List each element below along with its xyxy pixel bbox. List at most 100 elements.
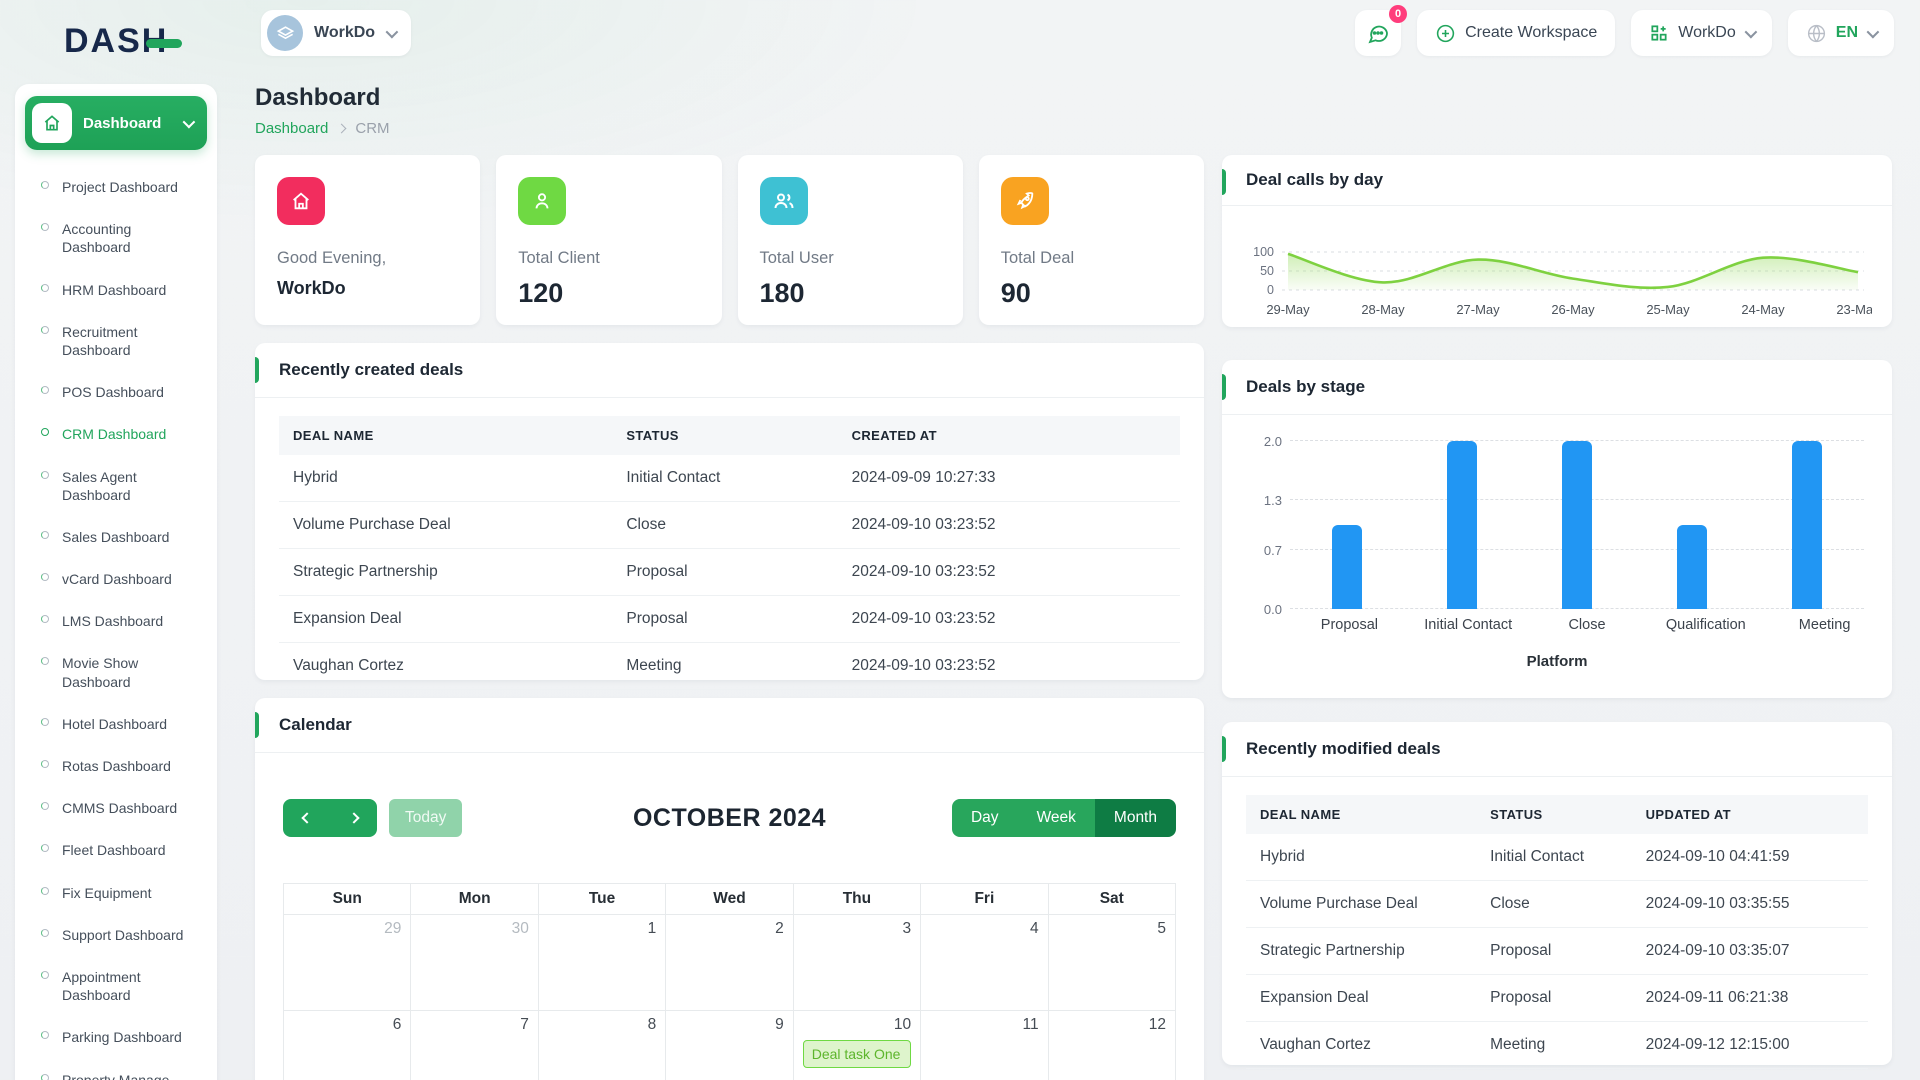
chevron-down-icon: [1867, 25, 1880, 38]
column-header: Deal Name: [279, 416, 612, 455]
breadcrumb: Dashboard CRM: [255, 120, 390, 137]
table-cell: Volume Purchase Deal: [1246, 881, 1476, 927]
table-cell: Initial Contact: [1476, 834, 1632, 880]
calendar-day-cell[interactable]: 10Deal task One: [794, 1011, 921, 1080]
chevron-down-icon: [386, 25, 399, 38]
workspace-selector[interactable]: WorkDo: [261, 10, 411, 56]
y-tick-label: 1.3: [1246, 493, 1282, 508]
card-title: Recently created deals: [255, 343, 1204, 398]
sidebar-item-fleet-dashboard[interactable]: Fleet Dashboard: [25, 829, 207, 871]
messages-button[interactable]: 0: [1355, 10, 1401, 56]
table-row[interactable]: Vaughan CortezMeeting2024-09-10 03:23:52: [279, 643, 1180, 690]
today-button[interactable]: Today: [389, 799, 462, 837]
sidebar-item-vcard-dashboard[interactable]: vCard Dashboard: [25, 558, 207, 600]
table-row[interactable]: Vaughan CortezMeeting2024-09-12 12:15:00: [1246, 1022, 1868, 1069]
svg-text:25-May: 25-May: [1646, 302, 1690, 317]
plus-circle-icon: [1435, 23, 1456, 44]
calendar-day-cell[interactable]: 7: [411, 1011, 538, 1080]
table-row[interactable]: Strategic PartnershipProposal2024-09-10 …: [1246, 928, 1868, 975]
table-cell: Close: [612, 502, 837, 548]
card-title: Deal calls by day: [1222, 155, 1892, 206]
calendar-day-cell[interactable]: 6: [284, 1011, 411, 1080]
x-tick-label: Meeting: [1799, 617, 1851, 633]
sidebar-item-label: Fleet Dashboard: [62, 841, 166, 859]
calendar-view-week[interactable]: Week: [1018, 799, 1095, 837]
calendar-day-cell[interactable]: 12: [1049, 1011, 1176, 1080]
table-row[interactable]: HybridInitial Contact2024-09-09 10:27:33: [279, 455, 1180, 502]
day-number: 9: [775, 1016, 784, 1033]
sidebar-item-sales-dashboard[interactable]: Sales Dashboard: [25, 516, 207, 558]
day-number: 4: [1030, 920, 1039, 937]
sidebar-item-recruitment-dashboard[interactable]: Recruitment Dashboard: [25, 311, 207, 371]
sidebar-item-pos-dashboard[interactable]: POS Dashboard: [25, 371, 207, 413]
calendar-prev-button[interactable]: [283, 799, 330, 837]
recently-created-deals-card: Recently created deals Deal NameStatusCr…: [255, 343, 1204, 680]
workspace-switcher-button[interactable]: WorkDo: [1631, 10, 1772, 56]
calendar-day-cell[interactable]: 3: [794, 915, 921, 1011]
day-number: 1: [648, 920, 657, 937]
table-cell: Hybrid: [279, 455, 612, 501]
column-header: Status: [612, 416, 837, 455]
bullet-icon: [41, 326, 49, 334]
sidebar-item-project-dashboard[interactable]: Project Dashboard: [25, 166, 207, 208]
sidebar-item-label: Support Dashboard: [62, 926, 183, 944]
table-row[interactable]: Volume Purchase DealClose2024-09-10 03:2…: [279, 502, 1180, 549]
sidebar-item-hrm-dashboard[interactable]: HRM Dashboard: [25, 269, 207, 311]
sidebar-item-property-manage[interactable]: Property Manage: [25, 1059, 207, 1080]
bullet-icon: [41, 386, 49, 394]
messages-badge: 0: [1389, 5, 1407, 23]
table-cell: Strategic Partnership: [1246, 928, 1476, 974]
sidebar-item-fix-equipment[interactable]: Fix Equipment: [25, 872, 207, 914]
sidebar-item-crm-dashboard[interactable]: CRM Dashboard: [25, 413, 207, 455]
sidebar-item-label: Sales Agent Dashboard: [62, 468, 203, 504]
bar: [1792, 441, 1822, 609]
sidebar-item-sales-agent-dashboard[interactable]: Sales Agent Dashboard: [25, 456, 207, 516]
calendar-day-cell[interactable]: 1: [539, 915, 666, 1011]
sidebar-item-movie-show-dashboard[interactable]: Movie Show Dashboard: [25, 642, 207, 702]
day-number: 8: [648, 1016, 657, 1033]
sidebar-item-hotel-dashboard[interactable]: Hotel Dashboard: [25, 703, 207, 745]
calendar-day-cell[interactable]: 4: [921, 915, 1048, 1011]
table-cell: Hybrid: [1246, 834, 1476, 880]
calendar-view-day[interactable]: Day: [952, 799, 1018, 837]
language-selector[interactable]: EN: [1788, 10, 1894, 56]
sidebar-item-label: Rotas Dashboard: [62, 757, 171, 775]
calendar-day-cell[interactable]: 29: [284, 915, 411, 1011]
table-cell: 2024-09-10 03:35:07: [1632, 928, 1868, 974]
sidebar-group-dashboard[interactable]: Dashboard: [25, 96, 207, 150]
table-row[interactable]: Expansion DealProposal2024-09-11 06:21:3…: [1246, 975, 1868, 1022]
stat-card-total-client: Total Client120: [496, 155, 721, 325]
table-row[interactable]: Strategic PartnershipProposal2024-09-10 …: [279, 549, 1180, 596]
sidebar-item-parking-dashboard[interactable]: Parking Dashboard: [25, 1016, 207, 1058]
table-row[interactable]: Expansion DealProposal2024-09-10 03:23:5…: [279, 596, 1180, 643]
calendar-day-cell[interactable]: 2: [666, 915, 793, 1011]
calendar-view-month[interactable]: Month: [1095, 799, 1176, 837]
sidebar-item-appointment-dashboard[interactable]: Appointment Dashboard: [25, 956, 207, 1016]
card-title: Deals by stage: [1222, 360, 1892, 415]
table-row[interactable]: Volume Purchase DealClose2024-09-10 03:3…: [1246, 881, 1868, 928]
sidebar-item-accounting-dashboard[interactable]: Accounting Dashboard: [25, 208, 207, 268]
calendar-day-header: Tue: [539, 884, 666, 915]
calendar-day-cell[interactable]: 8: [539, 1011, 666, 1080]
table-row[interactable]: HybridInitial Contact2024-09-10 04:41:59: [1246, 834, 1868, 881]
users-icon: [760, 177, 808, 225]
column-header: Updated At: [1632, 795, 1868, 834]
sidebar-item-lms-dashboard[interactable]: LMS Dashboard: [25, 600, 207, 642]
sidebar-item-rotas-dashboard[interactable]: Rotas Dashboard: [25, 745, 207, 787]
calendar-day-cell[interactable]: 30: [411, 915, 538, 1011]
calendar-day-cell[interactable]: 9: [666, 1011, 793, 1080]
sidebar-item-label: Property Manage: [62, 1071, 169, 1080]
table-cell: Expansion Deal: [279, 596, 612, 642]
calendar-next-button[interactable]: [330, 799, 377, 837]
calendar-day-cell[interactable]: 5: [1049, 915, 1176, 1011]
table-header-row: Deal NameStatusCreated At: [279, 416, 1180, 455]
stat-value: 120: [518, 278, 699, 309]
create-workspace-button[interactable]: Create Workspace: [1417, 10, 1615, 56]
sidebar-item-cmms-dashboard[interactable]: CMMS Dashboard: [25, 787, 207, 829]
sidebar-item-support-dashboard[interactable]: Support Dashboard: [25, 914, 207, 956]
breadcrumb-dashboard[interactable]: Dashboard: [255, 120, 328, 137]
bullet-icon: [41, 887, 49, 895]
calendar-event[interactable]: Deal task One: [803, 1040, 911, 1068]
calendar-day-cell[interactable]: 11: [921, 1011, 1048, 1080]
sidebar-item-label: CRM Dashboard: [62, 425, 166, 443]
